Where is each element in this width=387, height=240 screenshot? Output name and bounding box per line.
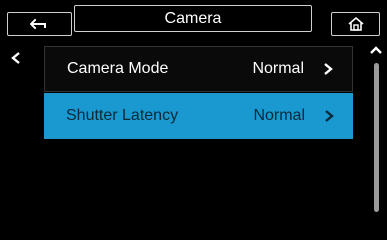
item-value: Normal xyxy=(252,60,304,77)
page-left-chevron-icon[interactable] xyxy=(9,51,23,65)
top-bar: Camera xyxy=(0,0,387,37)
item-label: Camera Mode xyxy=(67,60,169,77)
item-value: Normal xyxy=(253,107,305,124)
home-icon xyxy=(347,16,364,31)
page-title: Camera xyxy=(164,10,222,27)
chevron-right-icon xyxy=(324,63,333,75)
list-item-shutter-latency[interactable]: Shutter Latency Normal xyxy=(44,93,353,139)
list-item-camera-mode[interactable]: Camera Mode Normal xyxy=(44,46,353,92)
back-arrow-icon xyxy=(29,18,46,30)
item-label: Shutter Latency xyxy=(66,107,179,124)
home-button[interactable] xyxy=(331,12,380,36)
chevron-right-icon xyxy=(325,110,334,122)
scroll-up-chevron-icon[interactable] xyxy=(369,44,383,56)
back-button[interactable] xyxy=(7,12,72,36)
camera-settings-screen: Camera Camera Mode Normal Shutter Latenc… xyxy=(0,0,387,240)
scrollbar-thumb[interactable] xyxy=(374,63,379,212)
